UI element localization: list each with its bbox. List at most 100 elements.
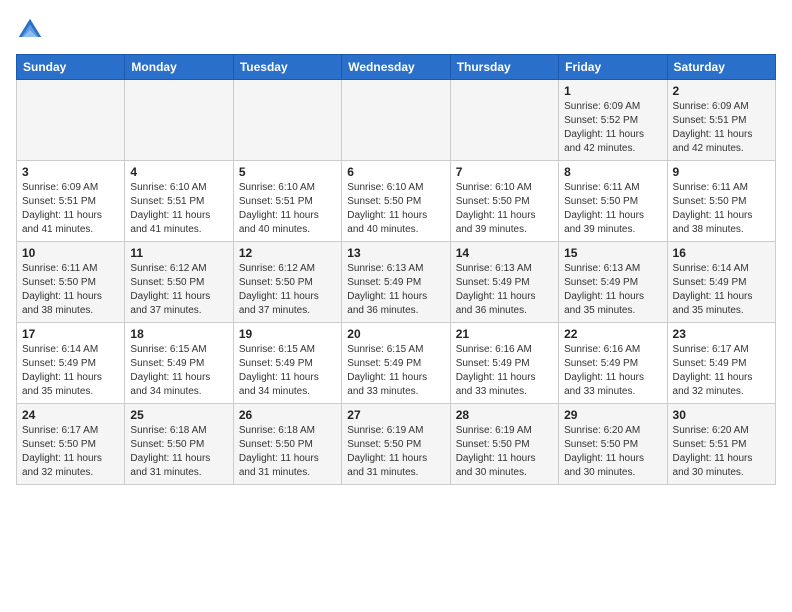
day-info: Sunrise: 6:11 AM Sunset: 5:50 PM Dayligh… xyxy=(564,181,661,237)
calendar-cell: 4 Sunrise: 6:10 AM Sunset: 5:51 PM Daylig… xyxy=(125,161,233,242)
day-number: 12 xyxy=(239,246,336,260)
calendar-cell xyxy=(342,80,450,161)
calendar-cell: 21 Sunrise: 6:16 AM Sunset: 5:49 PM Dayli… xyxy=(450,323,558,404)
calendar-cell: 2Sunrise: 6:09 AM Sunset: 5:51 PM Daylig… xyxy=(667,80,775,161)
day-number: 17 xyxy=(22,327,119,341)
day-number: 16 xyxy=(673,246,770,260)
day-info: Sunrise: 6:19 AM Sunset: 5:50 PM Dayligh… xyxy=(347,424,444,480)
day-number: 9 xyxy=(673,165,770,179)
day-number: 1 xyxy=(564,84,661,98)
calendar-body: 1 Sunrise: 6:09 AM Sunset: 5:52 PM Daylig… xyxy=(17,80,776,485)
day-number: 21 xyxy=(456,327,553,341)
week-row-4: 17Sunrise: 6:14 AM Sunset: 5:49 PM Dayli… xyxy=(17,323,776,404)
day-info: Sunrise: 6:14 AM Sunset: 5:49 PM Dayligh… xyxy=(673,262,770,318)
day-info: Sunrise: 6:15 AM Sunset: 5:49 PM Dayligh… xyxy=(347,343,444,399)
logo-icon xyxy=(16,16,44,44)
calendar-cell: 20 Sunrise: 6:15 AM Sunset: 5:49 PM Dayli… xyxy=(342,323,450,404)
day-number: 8 xyxy=(564,165,661,179)
calendar-cell xyxy=(17,80,125,161)
day-number: 20 xyxy=(347,327,444,341)
day-info: Sunrise: 6:17 AM Sunset: 5:50 PM Dayligh… xyxy=(22,424,119,480)
day-info: Sunrise: 6:13 AM Sunset: 5:49 PM Dayligh… xyxy=(347,262,444,318)
day-number: 13 xyxy=(347,246,444,260)
day-number: 24 xyxy=(22,408,119,422)
calendar-table: SundayMondayTuesdayWednesdayThursdayFrid… xyxy=(16,54,776,485)
day-number: 28 xyxy=(456,408,553,422)
calendar-cell: 3 Sunrise: 6:09 AM Sunset: 5:51 PM Daylig… xyxy=(17,161,125,242)
day-number: 26 xyxy=(239,408,336,422)
calendar-cell: 6 Sunrise: 6:10 AM Sunset: 5:50 PM Daylig… xyxy=(342,161,450,242)
day-info: Sunrise: 6:20 AM Sunset: 5:51 PM Dayligh… xyxy=(673,424,770,480)
weekday-friday: Friday xyxy=(559,55,667,80)
day-number: 15 xyxy=(564,246,661,260)
week-row-3: 10 Sunrise: 6:11 AM Sunset: 5:50 PM Dayli… xyxy=(17,242,776,323)
day-info: Sunrise: 6:11 AM Sunset: 5:50 PM Dayligh… xyxy=(673,181,770,237)
day-info: Sunrise: 6:20 AM Sunset: 5:50 PM Dayligh… xyxy=(564,424,661,480)
calendar-cell xyxy=(450,80,558,161)
calendar-cell: 22Sunrise: 6:16 AM Sunset: 5:49 PM Dayli… xyxy=(559,323,667,404)
day-info: Sunrise: 6:13 AM Sunset: 5:49 PM Dayligh… xyxy=(456,262,553,318)
calendar-cell xyxy=(233,80,341,161)
day-number: 3 xyxy=(22,165,119,179)
calendar-cell: 15Sunrise: 6:13 AM Sunset: 5:49 PM Dayli… xyxy=(559,242,667,323)
day-info: Sunrise: 6:10 AM Sunset: 5:50 PM Dayligh… xyxy=(347,181,444,237)
weekday-wednesday: Wednesday xyxy=(342,55,450,80)
day-number: 14 xyxy=(456,246,553,260)
weekday-saturday: Saturday xyxy=(667,55,775,80)
day-number: 4 xyxy=(130,165,227,179)
weekday-monday: Monday xyxy=(125,55,233,80)
week-row-5: 24 Sunrise: 6:17 AM Sunset: 5:50 PM Dayli… xyxy=(17,404,776,485)
calendar-cell: 26 Sunrise: 6:18 AM Sunset: 5:50 PM Dayli… xyxy=(233,404,341,485)
day-info: Sunrise: 6:10 AM Sunset: 5:51 PM Dayligh… xyxy=(239,181,336,237)
day-info: Sunrise: 6:18 AM Sunset: 5:50 PM Dayligh… xyxy=(130,424,227,480)
page-header xyxy=(16,16,776,44)
day-number: 27 xyxy=(347,408,444,422)
calendar-cell: 8 Sunrise: 6:11 AM Sunset: 5:50 PM Daylig… xyxy=(559,161,667,242)
day-number: 23 xyxy=(673,327,770,341)
day-info: Sunrise: 6:15 AM Sunset: 5:49 PM Dayligh… xyxy=(130,343,227,399)
logo xyxy=(16,16,48,44)
day-info: Sunrise: 6:09 AM Sunset: 5:52 PM Dayligh… xyxy=(564,100,661,156)
calendar-cell: 29Sunrise: 6:20 AM Sunset: 5:50 PM Dayli… xyxy=(559,404,667,485)
day-info: Sunrise: 6:10 AM Sunset: 5:51 PM Dayligh… xyxy=(130,181,227,237)
day-info: Sunrise: 6:12 AM Sunset: 5:50 PM Dayligh… xyxy=(239,262,336,318)
calendar-cell: 11 Sunrise: 6:12 AM Sunset: 5:50 PM Dayli… xyxy=(125,242,233,323)
day-info: Sunrise: 6:16 AM Sunset: 5:49 PM Dayligh… xyxy=(456,343,553,399)
calendar-cell: 23 Sunrise: 6:17 AM Sunset: 5:49 PM Dayli… xyxy=(667,323,775,404)
day-info: Sunrise: 6:12 AM Sunset: 5:50 PM Dayligh… xyxy=(130,262,227,318)
day-number: 7 xyxy=(456,165,553,179)
weekday-tuesday: Tuesday xyxy=(233,55,341,80)
day-number: 11 xyxy=(130,246,227,260)
calendar-cell: 28 Sunrise: 6:19 AM Sunset: 5:50 PM Dayli… xyxy=(450,404,558,485)
day-info: Sunrise: 6:19 AM Sunset: 5:50 PM Dayligh… xyxy=(456,424,553,480)
day-info: Sunrise: 6:10 AM Sunset: 5:50 PM Dayligh… xyxy=(456,181,553,237)
day-info: Sunrise: 6:18 AM Sunset: 5:50 PM Dayligh… xyxy=(239,424,336,480)
day-info: Sunrise: 6:11 AM Sunset: 5:50 PM Dayligh… xyxy=(22,262,119,318)
weekday-header-row: SundayMondayTuesdayWednesdayThursdayFrid… xyxy=(17,55,776,80)
weekday-sunday: Sunday xyxy=(17,55,125,80)
calendar-cell: 12 Sunrise: 6:12 AM Sunset: 5:50 PM Dayli… xyxy=(233,242,341,323)
day-number: 2 xyxy=(673,84,770,98)
day-number: 30 xyxy=(673,408,770,422)
calendar-cell xyxy=(125,80,233,161)
calendar-cell: 14 Sunrise: 6:13 AM Sunset: 5:49 PM Dayli… xyxy=(450,242,558,323)
calendar-cell: 27 Sunrise: 6:19 AM Sunset: 5:50 PM Dayli… xyxy=(342,404,450,485)
calendar-cell: 18 Sunrise: 6:15 AM Sunset: 5:49 PM Dayli… xyxy=(125,323,233,404)
day-info: Sunrise: 6:09 AM Sunset: 5:51 PM Dayligh… xyxy=(22,181,119,237)
day-number: 19 xyxy=(239,327,336,341)
day-info: Sunrise: 6:17 AM Sunset: 5:49 PM Dayligh… xyxy=(673,343,770,399)
day-number: 10 xyxy=(22,246,119,260)
calendar-header: SundayMondayTuesdayWednesdayThursdayFrid… xyxy=(17,55,776,80)
calendar-cell: 13 Sunrise: 6:13 AM Sunset: 5:49 PM Dayli… xyxy=(342,242,450,323)
calendar-cell: 7 Sunrise: 6:10 AM Sunset: 5:50 PM Daylig… xyxy=(450,161,558,242)
day-number: 6 xyxy=(347,165,444,179)
day-number: 25 xyxy=(130,408,227,422)
day-number: 18 xyxy=(130,327,227,341)
week-row-2: 3 Sunrise: 6:09 AM Sunset: 5:51 PM Daylig… xyxy=(17,161,776,242)
weekday-thursday: Thursday xyxy=(450,55,558,80)
week-row-1: 1 Sunrise: 6:09 AM Sunset: 5:52 PM Daylig… xyxy=(17,80,776,161)
calendar-cell: 17Sunrise: 6:14 AM Sunset: 5:49 PM Dayli… xyxy=(17,323,125,404)
calendar-cell: 1 Sunrise: 6:09 AM Sunset: 5:52 PM Daylig… xyxy=(559,80,667,161)
calendar-cell: 10 Sunrise: 6:11 AM Sunset: 5:50 PM Dayli… xyxy=(17,242,125,323)
calendar-cell: 24 Sunrise: 6:17 AM Sunset: 5:50 PM Dayli… xyxy=(17,404,125,485)
